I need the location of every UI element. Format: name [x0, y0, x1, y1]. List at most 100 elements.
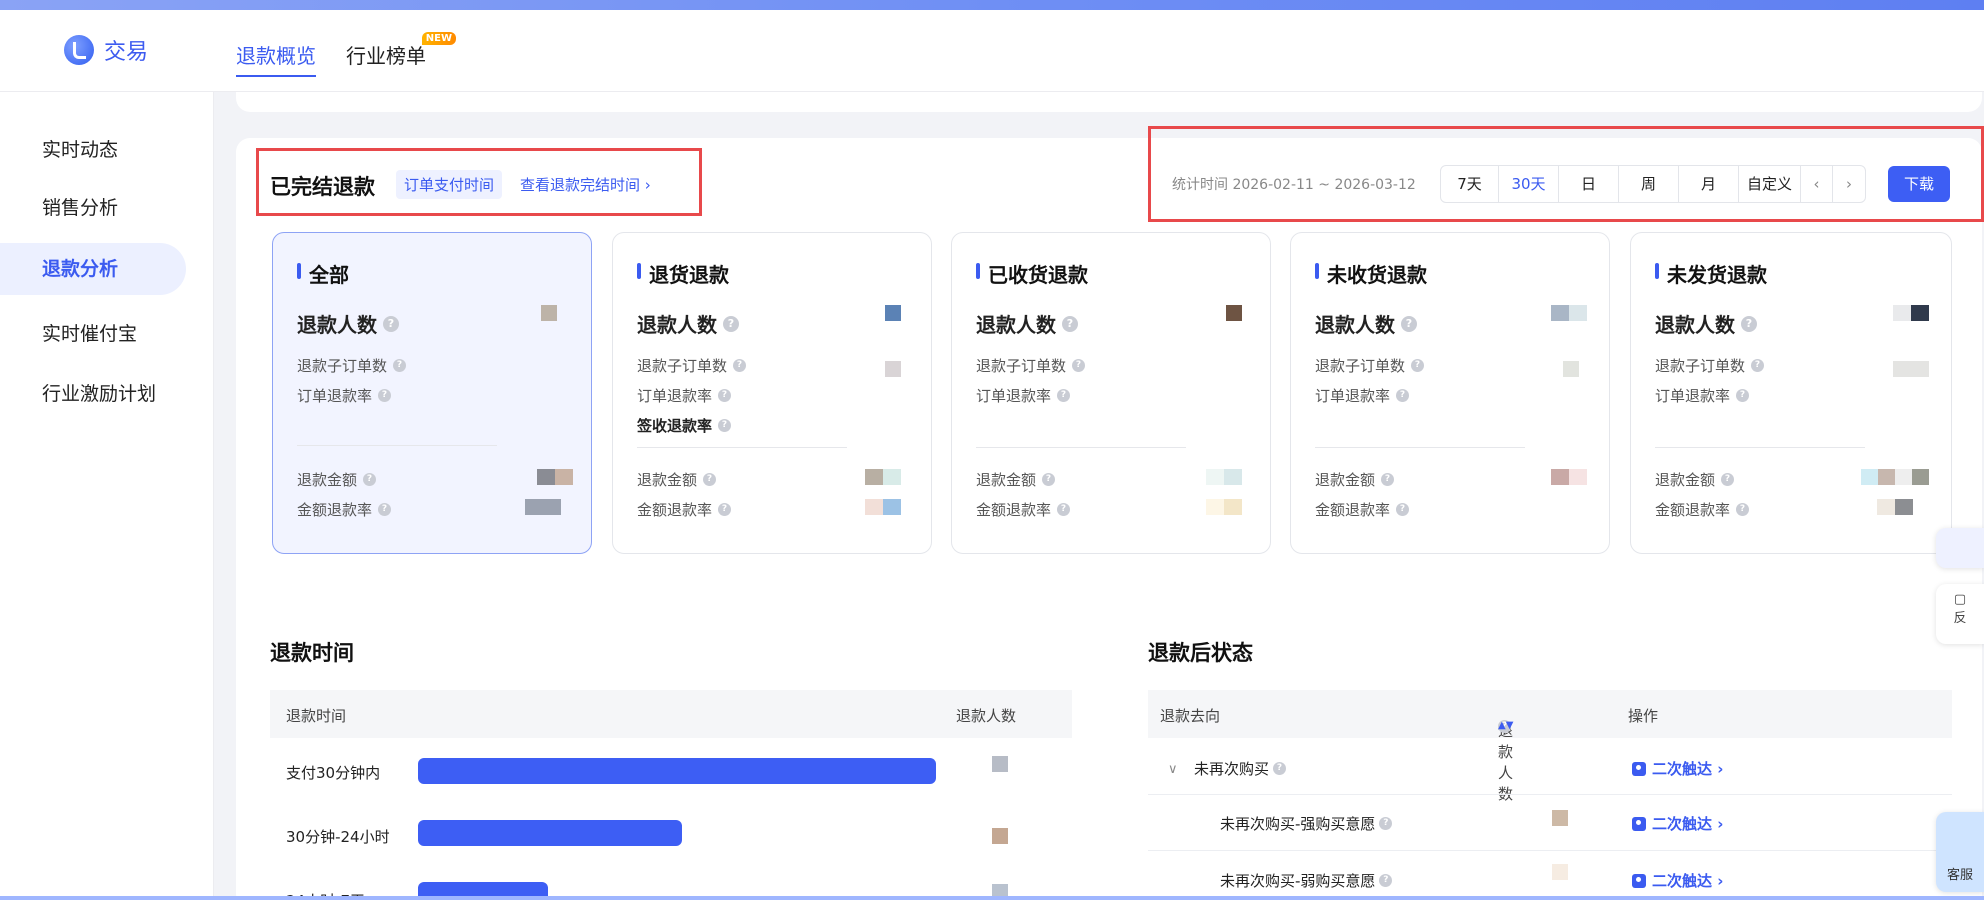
metric-main-label: 退款人数 — [1655, 313, 1735, 337]
metric-row-label: 退款子订单数 — [297, 357, 388, 375]
completed-refund-title: 已完结退款 — [270, 175, 375, 199]
download-button[interactable]: 下载 — [1888, 166, 1950, 202]
feedback-label: 反 — [1953, 611, 1967, 626]
second-touch-label: 二次触达 › — [1652, 872, 1724, 890]
help-icon[interactable]: ? — [718, 389, 732, 402]
chevron-down-icon[interactable]: ∨ — [1168, 762, 1178, 777]
metric-card-title: 全部 — [297, 259, 349, 288]
view-refund-complete-time-link[interactable]: 查看退款完结时间 › — [512, 170, 659, 199]
app-logo[interactable]: 交易 — [64, 34, 148, 66]
divider — [1315, 447, 1525, 448]
collapsed-panel — [236, 92, 1982, 112]
top-header: 交易 退款概览 行业榜单 NEW — [0, 10, 1984, 92]
range-7d[interactable]: 7天 — [1441, 166, 1499, 202]
divider — [1655, 447, 1865, 448]
chevron-left-icon[interactable]: ‹ — [1801, 166, 1833, 202]
help-icon[interactable]: ? — [378, 389, 392, 402]
help-icon[interactable]: ? — [1721, 473, 1735, 486]
metric-card-return-refund[interactable]: 退货退款 退款人数? 退款子订单数? 订单退款率? 签收退款率? 退款金额? 金… — [612, 232, 932, 554]
sidebar-item-incentive-plan[interactable]: 行业激励计划 — [0, 368, 186, 420]
help-icon[interactable]: ? — [1379, 817, 1393, 830]
status-row-label: 未再次购买-强购买意愿? — [1220, 813, 1393, 834]
metric-card-received-refund[interactable]: 已收货退款 退款人数? 退款子订单数? 订单退款率? 退款金额? 金额退款率? — [951, 232, 1271, 554]
masked-value — [885, 305, 901, 321]
help-icon[interactable]: ? — [1396, 503, 1410, 516]
sidebar-item-refund-analysis[interactable]: 退款分析 — [0, 243, 186, 295]
range-month[interactable]: 月 — [1679, 166, 1739, 202]
masked-value — [992, 828, 1008, 844]
range-day[interactable]: 日 — [1559, 166, 1619, 202]
metric-main-label: 退款人数 — [637, 313, 717, 337]
metric-card-not-received-refund[interactable]: 未收货退款 退款人数? 退款子订单数? 订单退款率? 退款金额? 金额退款率? — [1290, 232, 1610, 554]
metric-main-label: 退款人数 — [976, 313, 1056, 337]
masked-value — [1226, 305, 1242, 321]
help-icon[interactable]: ? — [718, 419, 732, 432]
second-touch-button[interactable]: 二次触达 › — [1632, 870, 1723, 891]
metric-card-not-shipped-refund[interactable]: 未发货退款 退款人数? 退款子订单数? 订单退款率? 退款金额? 金额退款率? — [1630, 232, 1952, 554]
metric-row: 退款金额? — [637, 469, 717, 490]
range-30d[interactable]: 30天 — [1499, 166, 1559, 202]
divider — [637, 447, 847, 448]
help-icon[interactable]: ? — [718, 503, 732, 516]
metric-row-label: 退款金额 — [1315, 471, 1376, 489]
masked-value — [1552, 810, 1568, 826]
help-icon[interactable]: ? — [1741, 315, 1757, 332]
customer-service-label: 客服 — [1946, 868, 1973, 883]
help-icon[interactable]: ? — [1751, 359, 1765, 372]
help-icon[interactable]: ? — [703, 473, 717, 486]
sidebar-item-sales-analysis[interactable]: 销售分析 — [0, 182, 186, 234]
feedback-icon: ▢ — [1953, 592, 1967, 607]
tab-refund-overview[interactable]: 退款概览 — [236, 40, 316, 77]
metric-card-title: 退货退款 — [637, 259, 729, 288]
metric-card-all[interactable]: 全部 退款人数? 退款子订单数? 订单退款率? 退款金额? 金额退款率? — [272, 232, 592, 554]
chevron-right-icon[interactable]: › — [1833, 166, 1865, 202]
stat-time-range: 统计时间 2026-02-11 ~ 2026-03-12 — [1172, 177, 1416, 193]
status-row-label: 未再次购买? — [1194, 758, 1287, 779]
tab-industry-ranking[interactable]: 行业榜单 NEW — [346, 32, 456, 77]
after-refund-status-title: 退款后状态 — [1148, 641, 1253, 665]
customer-service-button[interactable]: 客服 — [1936, 812, 1984, 892]
metric-row-label: 退款子订单数 — [1655, 357, 1746, 375]
help-icon[interactable]: ? — [363, 473, 377, 486]
help-icon[interactable]: ? — [378, 503, 392, 516]
metric-row: 金额退款率? — [1315, 499, 1410, 520]
help-icon[interactable]: ? — [1379, 874, 1393, 887]
help-icon[interactable]: ? — [733, 359, 747, 372]
sidebar-item-realtime[interactable]: 实时动态 — [0, 124, 186, 176]
metric-row-label: 订单退款率 — [1315, 387, 1391, 405]
help-icon[interactable]: ? — [1042, 473, 1056, 486]
help-icon[interactable]: ? — [1057, 389, 1071, 402]
metric-row-label: 金额退款率 — [1655, 501, 1731, 519]
sort-icon[interactable]: ▲▼ — [1498, 720, 1513, 731]
metric-row-label: 金额退款率 — [1315, 501, 1391, 519]
masked-value — [537, 469, 573, 485]
help-icon[interactable]: ? — [723, 315, 739, 332]
help-icon[interactable]: ? — [383, 315, 399, 332]
range-week[interactable]: 周 — [1619, 166, 1679, 202]
divider — [976, 447, 1186, 448]
ai-assistant-icon[interactable] — [1936, 528, 1984, 568]
help-icon[interactable]: ? — [1057, 503, 1071, 516]
help-icon[interactable]: ? — [1401, 315, 1417, 332]
help-icon[interactable]: ? — [393, 359, 407, 372]
order-pay-time-tag[interactable]: 订单支付时间 — [396, 170, 503, 199]
second-touch-button[interactable]: 二次触达 › — [1632, 813, 1723, 834]
help-icon[interactable]: ? — [1396, 389, 1410, 402]
refund-time-table-header: 退款时间 退款人数 — [270, 690, 1072, 738]
masked-value — [992, 756, 1008, 772]
help-icon[interactable]: ? — [1062, 315, 1078, 332]
metric-row: 金额退款率? — [1655, 499, 1750, 520]
feedback-button[interactable]: ▢ 反 — [1936, 584, 1984, 644]
help-icon[interactable]: ? — [1736, 389, 1750, 402]
metric-row-label: 金额退款率 — [637, 501, 713, 519]
row-divider — [1148, 794, 1952, 795]
help-icon[interactable]: ? — [1411, 359, 1425, 372]
help-icon[interactable]: ? — [1381, 473, 1395, 486]
help-icon[interactable]: ? — [1736, 503, 1750, 516]
metric-row: 金额退款率? — [637, 499, 732, 520]
second-touch-button[interactable]: 二次触达 › — [1632, 758, 1723, 779]
help-icon[interactable]: ? — [1273, 762, 1287, 775]
help-icon[interactable]: ? — [1072, 359, 1086, 372]
range-custom[interactable]: 自定义 — [1739, 166, 1801, 202]
sidebar-item-payment-reminder[interactable]: 实时催付宝 — [0, 308, 186, 360]
